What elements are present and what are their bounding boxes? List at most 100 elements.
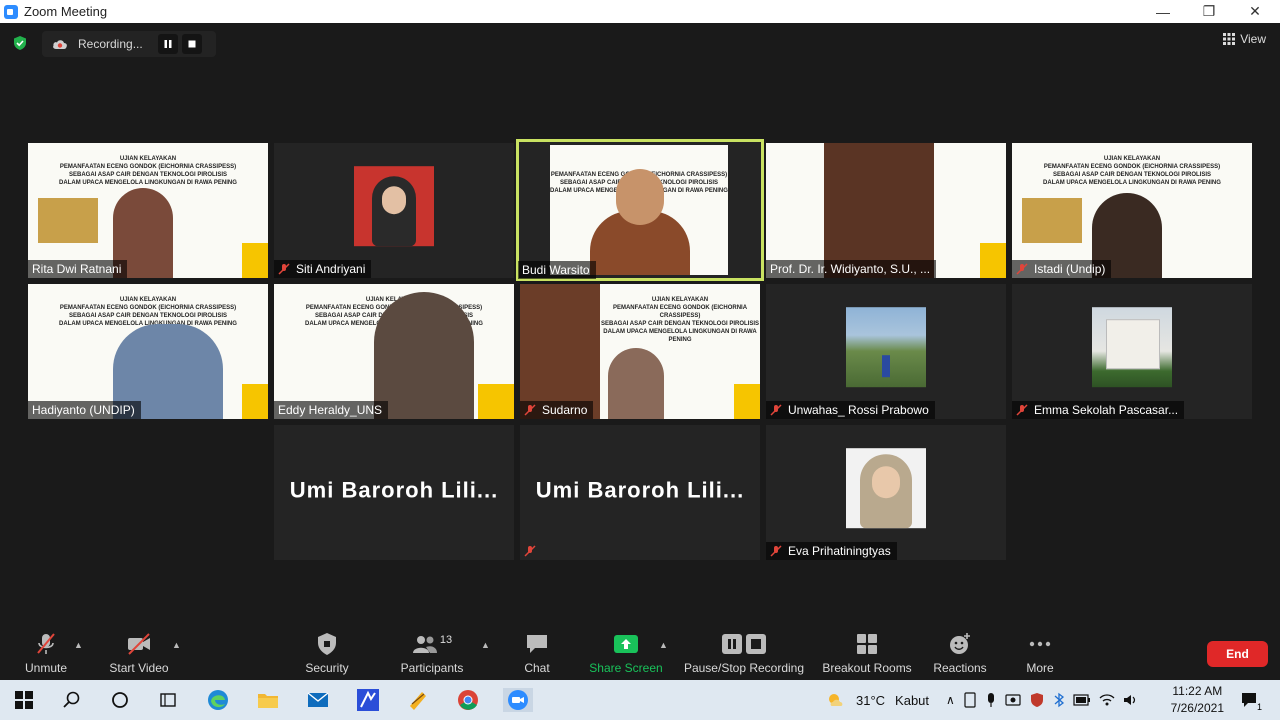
meeting-toolbar: Unmute ▲ Start Video ▲ Security 13 Parti… <box>0 630 1280 680</box>
door-background <box>520 284 600 419</box>
shared-slide: UJIAN KELAYAKAN PEMANFAATAN ECENG GONDOK… <box>28 143 268 278</box>
slide-line: PEMANFAATAN ECENG GONDOK (EICHORNIA CRAS… <box>612 305 748 319</box>
profile-photo <box>354 165 434 246</box>
cortana-icon[interactable] <box>108 688 132 712</box>
meeting-top-bar: Recording... View <box>0 23 1280 63</box>
mic-muted-icon <box>524 404 536 416</box>
pause-stop-recording-button[interactable]: Pause/Stop Recording <box>682 630 806 680</box>
video-tile-siti[interactable]: Siti Andriyani <box>274 143 514 278</box>
participant-face <box>616 169 664 225</box>
close-button[interactable]: ✕ <box>1232 0 1278 23</box>
chrome-icon[interactable] <box>456 688 480 712</box>
more-button[interactable]: More <box>1016 630 1064 680</box>
video-tile-eddy[interactable]: UJIAN KELAYAKAN PEMANFAATAN ECENG GONDOK… <box>274 284 514 419</box>
video-tile-rossi[interactable]: Unwahas_ Rossi Prabowo <box>766 284 1006 419</box>
video-tile-hadiyanto[interactable]: UJIAN KELAYAKAN PEMANFAATAN ECENG GONDOK… <box>28 284 268 419</box>
video-tile-umi-2[interactable]: Umi Baroroh Lili... <box>520 425 760 560</box>
camera-tray-icon[interactable] <box>1005 692 1021 708</box>
video-tile-rita[interactable]: UJIAN KELAYAKAN PEMANFAATAN ECENG GONDOK… <box>28 143 268 278</box>
video-tile-sudarno[interactable]: UJIAN KELAYAKAN PEMANFAATAN ECENG GONDOK… <box>520 284 760 419</box>
slide-line: SEBAGAI ASAP CAIR DENGAN TEKNOLOGI PIROL… <box>68 313 227 319</box>
battery-icon[interactable] <box>1073 694 1091 706</box>
meeting-area: Recording... View UJIAN KELAYAKAN PEMANF… <box>0 23 1280 630</box>
shared-slide: UJIAN KELAYAKAN PEMANFAATAN ECENG GONDOK… <box>1012 143 1252 278</box>
participant-name-bar: Eva Prihatiningtyas <box>766 542 897 560</box>
stop-icon <box>188 40 196 48</box>
weather-widget[interactable]: 31°C Kabut <box>826 680 929 720</box>
stop-recording-button[interactable] <box>182 34 202 54</box>
shield-check-icon[interactable] <box>12 35 28 51</box>
more-dots-icon <box>1029 641 1051 647</box>
video-tile-budi[interactable]: PEMANFAATAN ECENG GONDOK (EICHORNIA CRAS… <box>516 139 764 281</box>
participant-name-bar: Siti Andriyani <box>274 260 372 278</box>
reactions-button[interactable]: Reactions <box>930 630 990 680</box>
pause-stop-label: Pause/Stop Recording <box>683 661 805 675</box>
mic-muted-icon <box>770 404 782 416</box>
shared-slide: UJIAN KELAYAKAN PEMANFAATAN ECENG GONDOK… <box>28 284 268 419</box>
video-tile-widiyanto[interactable]: Prof. Dr. Ir. Widiyanto, S.U., ... <box>766 143 1006 278</box>
breakout-rooms-button[interactable]: Breakout Rooms <box>820 630 914 680</box>
shared-slide: UJIAN KELAYAKAN PEMANFAATAN ECENG GONDOK… <box>274 284 514 419</box>
mail-icon[interactable] <box>306 688 330 712</box>
view-button[interactable]: View <box>1223 32 1266 46</box>
profile-photo <box>846 306 926 387</box>
bluetooth-icon[interactable] <box>1053 692 1065 708</box>
device-icon[interactable] <box>963 692 977 708</box>
window-title: Zoom Meeting <box>24 4 108 19</box>
mic-muted-icon <box>1016 263 1028 275</box>
recording-indicator: Recording... <box>42 31 216 57</box>
share-options-caret[interactable]: ▲ <box>659 640 668 650</box>
video-tile-umi-1[interactable]: Umi Baroroh Lili... <box>274 425 514 560</box>
photo-building <box>1106 318 1160 369</box>
volume-icon[interactable] <box>1123 693 1139 707</box>
video-options-caret[interactable]: ▲ <box>172 640 181 650</box>
system-tray: ∧ <box>946 680 1139 720</box>
share-screen-button[interactable]: Share Screen <box>588 630 664 680</box>
participant-name: Unwahas_ Rossi Prabowo <box>788 403 929 417</box>
breakout-rooms-label: Breakout Rooms <box>822 661 912 675</box>
microphone-icon[interactable] <box>985 692 997 708</box>
app-icon-blue[interactable] <box>356 688 380 712</box>
search-icon[interactable] <box>60 688 84 712</box>
end-meeting-button[interactable]: End <box>1207 641 1268 667</box>
pause-stop-icon <box>722 634 766 654</box>
unmute-label: Unmute <box>24 661 68 675</box>
slide-line: DALAM UPACA MENGELOLA LINGKUNGAN DI RAWA… <box>59 180 237 186</box>
slide-line: SEBAGAI ASAP CAIR DENGAN TEKNOLOGI PIROL… <box>68 172 227 178</box>
sticky-app-icon[interactable] <box>406 688 430 712</box>
video-tile-eva[interactable]: Eva Prihatiningtyas <box>766 425 1006 560</box>
share-screen-label: Share Screen <box>589 661 663 675</box>
task-view-icon[interactable] <box>156 688 180 712</box>
system-clock[interactable]: 11:22 AM 7/26/2021 <box>1171 683 1224 717</box>
windows-start-icon[interactable] <box>12 688 36 712</box>
notification-count: 1 <box>1254 702 1264 712</box>
slide-line: UJIAN KELAYAKAN <box>651 297 709 303</box>
video-tile-istadi[interactable]: UJIAN KELAYAKAN PEMANFAATAN ECENG GONDOK… <box>1012 143 1252 278</box>
audio-options-caret[interactable]: ▲ <box>74 640 83 650</box>
participants-options-caret[interactable]: ▲ <box>481 640 490 650</box>
zoom-taskbar-icon[interactable] <box>503 688 533 712</box>
start-video-button[interactable]: Start Video <box>104 630 174 680</box>
shared-slide: UJIAN KELAYAKAN PEMANFAATAN ECENG GONDOK… <box>520 284 760 419</box>
restore-button[interactable]: ❐ <box>1186 0 1232 23</box>
edge-browser-icon[interactable] <box>206 688 230 712</box>
wifi-icon[interactable] <box>1099 693 1115 707</box>
chat-button[interactable]: Chat <box>514 630 560 680</box>
notification-center-icon[interactable]: 1 <box>1238 688 1264 712</box>
pause-recording-button[interactable] <box>158 34 178 54</box>
shared-slide: PEMANFAATAN ECENG GONDOK (EICHORNIA CRAS… <box>550 145 728 275</box>
product-image <box>1022 198 1082 243</box>
security-button[interactable]: Security <box>297 630 357 680</box>
minimize-button[interactable]: — <box>1140 0 1186 23</box>
slide-line: UJIAN KELAYAKAN <box>1103 156 1161 162</box>
unmute-button[interactable]: Unmute <box>16 630 76 680</box>
video-tile-emma[interactable]: Emma Sekolah Pascasar... <box>1012 284 1252 419</box>
participant-name-bar: Unwahas_ Rossi Prabowo <box>766 401 935 419</box>
chevron-up-icon[interactable]: ∧ <box>946 693 955 707</box>
participant-name-bar: Emma Sekolah Pascasar... <box>1012 401 1185 419</box>
file-explorer-icon[interactable] <box>256 688 280 712</box>
participant-name-bar <box>520 542 548 560</box>
slide-accent <box>242 243 268 278</box>
participants-button[interactable]: 13 Participants <box>396 630 468 680</box>
security-tray-icon[interactable] <box>1029 692 1045 708</box>
